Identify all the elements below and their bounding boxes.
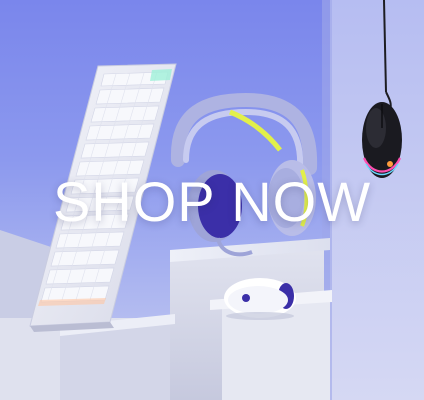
mouse-white <box>224 278 296 320</box>
shop-now-button[interactable]: SHOP NOW <box>0 170 424 234</box>
hero-banner[interactable]: SHOP NOW <box>0 0 424 400</box>
